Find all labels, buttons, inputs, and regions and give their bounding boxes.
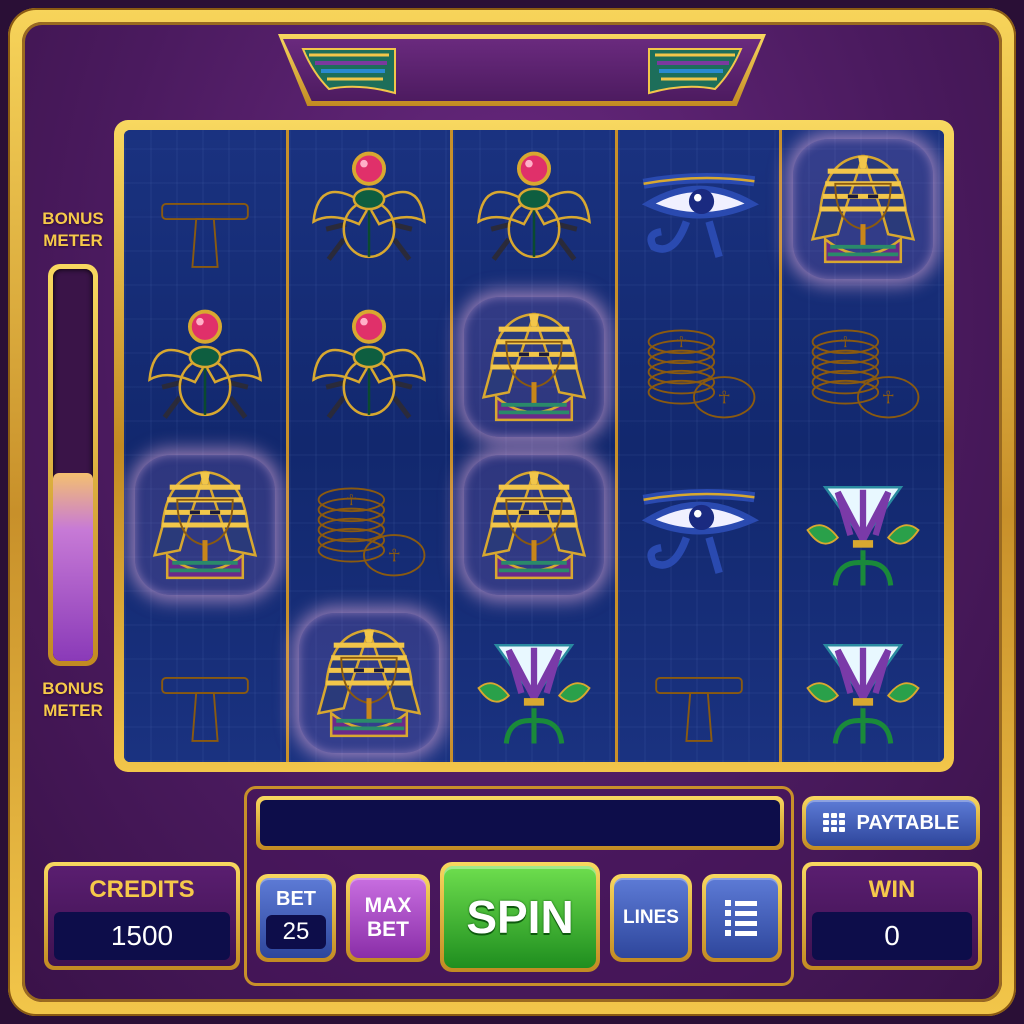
reel-2: ☥ ☥ xyxy=(288,130,454,762)
paytable-button[interactable]: PAYTABLE xyxy=(802,796,980,850)
winged-ornament-icon xyxy=(301,48,396,95)
pharaoh-icon xyxy=(134,455,275,595)
bonus-meter-label-top: BONUS METER xyxy=(42,209,104,250)
bet-button[interactable]: BET 25 xyxy=(256,874,336,962)
svg-text:☥: ☥ xyxy=(346,491,357,509)
ankh-icon xyxy=(135,613,275,753)
title-plaque xyxy=(278,34,766,106)
bet-label: BET xyxy=(276,887,316,910)
menu-button[interactable] xyxy=(702,874,782,962)
eye-of-horus-icon xyxy=(629,455,769,595)
gold-coins-icon: ☥ ☥ xyxy=(793,297,933,437)
bonus-meter-label-bottom: BONUS METER xyxy=(42,679,104,720)
gold-coins-icon: ☥ ☥ xyxy=(629,297,769,437)
svg-text:☥: ☥ xyxy=(675,333,686,351)
credits-panel: CREDITS 1500 xyxy=(44,862,240,970)
lotus-icon xyxy=(793,613,933,753)
lotus-icon xyxy=(793,455,933,595)
ankh-icon xyxy=(135,139,275,279)
spin-button[interactable]: SPIN xyxy=(440,862,600,972)
svg-text:☥: ☥ xyxy=(717,389,730,409)
pharaoh-icon xyxy=(793,139,934,279)
reel-1 xyxy=(124,130,289,762)
gold-coins-icon: ☥ ☥ xyxy=(299,455,439,595)
list-icon xyxy=(725,898,759,938)
svg-text:☥: ☥ xyxy=(840,333,851,351)
svg-text:☥: ☥ xyxy=(882,389,895,409)
reel-window: ☥ ☥ ☥ ☥ ☥ ☥ xyxy=(124,130,944,762)
bet-value: 25 xyxy=(266,914,326,949)
bonus-meter xyxy=(48,264,98,666)
win-panel: WIN 0 xyxy=(802,862,982,970)
reel-4: ☥ ☥ xyxy=(617,130,783,762)
lines-button[interactable]: LINES xyxy=(610,874,692,962)
bonus-meter-fill xyxy=(53,472,93,661)
paytable-label: PAYTABLE xyxy=(856,811,960,834)
win-value: 0 xyxy=(812,912,972,960)
lotus-icon xyxy=(464,613,604,753)
lines-label: LINES xyxy=(623,907,679,928)
message-bar xyxy=(256,796,784,850)
pharaoh-icon xyxy=(463,455,604,595)
pharaoh-icon xyxy=(463,297,604,437)
credits-title: CREDITS xyxy=(89,876,195,903)
ankh-icon xyxy=(629,613,769,753)
grid-icon xyxy=(822,813,849,833)
win-title: WIN xyxy=(868,876,916,903)
winged-ornament-icon xyxy=(648,48,743,95)
credits-value: 1500 xyxy=(54,912,230,960)
pharaoh-icon xyxy=(299,613,440,753)
scarab-icon xyxy=(299,297,439,437)
scarab-icon xyxy=(464,139,604,279)
reel-3 xyxy=(453,130,618,762)
max-bet-label: MAX BET xyxy=(364,894,412,941)
svg-text:☥: ☥ xyxy=(388,547,401,567)
scarab-icon xyxy=(299,139,439,279)
eye-of-horus-icon xyxy=(629,139,769,279)
reel-frame: ☥ ☥ ☥ ☥ ☥ ☥ xyxy=(114,120,954,772)
spin-label: SPIN xyxy=(466,891,574,943)
scarab-icon xyxy=(135,297,275,437)
reel-5: ☥ ☥ xyxy=(782,130,944,762)
max-bet-button[interactable]: MAX BET xyxy=(346,874,430,962)
